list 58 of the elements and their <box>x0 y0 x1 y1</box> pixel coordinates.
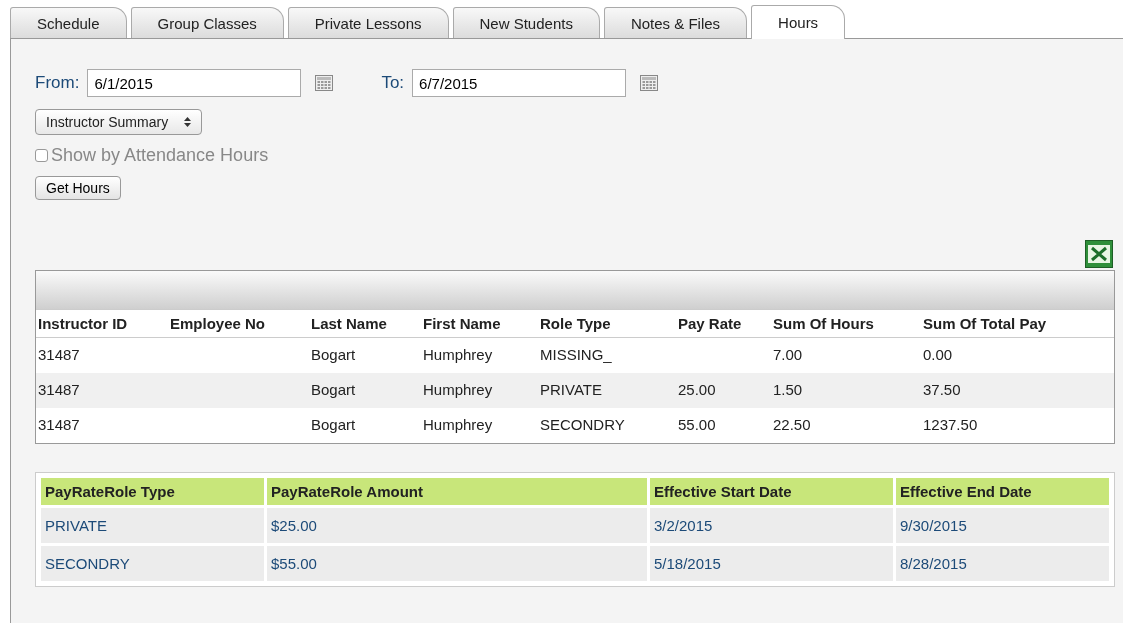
table-cell-text: 7.00 <box>772 345 804 365</box>
checkbox[interactable] <box>35 149 48 162</box>
column-header: Sum Of Hours <box>771 310 921 338</box>
table-cell-text: 55.00 <box>677 415 717 435</box>
column-header: Sum Of Total Pay <box>921 310 1114 338</box>
checkbox-label: Show by Attendance Hours <box>51 145 269 166</box>
report-dropdown[interactable]: Instructor Summary <box>35 109 203 135</box>
column-header: PayRateRole Amount <box>267 478 647 505</box>
tab[interactable]: Group Classes <box>130 7 284 38</box>
table-cell: 37.50 <box>921 373 1114 408</box>
get-hours-button[interactable]: Get Hours <box>35 176 121 200</box>
table-cell: PRIVATE <box>41 508 264 543</box>
table-cell-text: SECONDRY <box>539 415 626 435</box>
from-label: From: <box>35 73 80 93</box>
table-cell: 25.00 <box>676 373 771 408</box>
table-cell: 5/18/2015 <box>650 546 893 581</box>
tab[interactable]: Private Lessons <box>287 7 449 38</box>
table-cell: 31487 <box>36 373 168 408</box>
column-header: First Name <box>421 310 538 338</box>
column-header: Last Name <box>309 310 421 338</box>
table-cell: 1.50 <box>771 373 921 408</box>
updown-arrows-icon <box>184 117 192 127</box>
tab[interactable]: New Students <box>452 7 600 38</box>
column-header: PayRateRole Type <box>41 478 264 505</box>
table-cell: PRIVATE <box>538 373 676 408</box>
table-cell-text: 0.00 <box>922 345 954 365</box>
table-cell-text: MISSING_ <box>539 345 613 365</box>
column-header: Effective Start Date <box>650 478 893 505</box>
to-date-field[interactable]: 6/7/2015 <box>412 69 627 97</box>
table-cell: 8/28/2015 <box>896 546 1109 581</box>
table-cell-text: 1237.50 <box>922 415 979 435</box>
column-header: Pay Rate <box>676 310 771 338</box>
column-header: Instructor ID <box>36 310 168 338</box>
table-cell-text: Bogart <box>310 345 357 365</box>
tab[interactable]: Notes & Files <box>603 7 748 38</box>
calendar-icon[interactable] <box>640 75 659 91</box>
table-cell: $25.00 <box>267 508 647 543</box>
column-header: Employee No <box>168 310 309 338</box>
calendar-icon[interactable] <box>315 75 334 91</box>
from-date-field[interactable]: 6/1/2015 <box>87 69 302 97</box>
table-cell: Bogart <box>309 373 421 408</box>
table-cell: 9/30/2015 <box>896 508 1109 543</box>
table-cell: Humphrey <box>421 373 538 408</box>
spreadsheet-icon[interactable] <box>1085 240 1113 268</box>
table-cell-text: Humphrey <box>422 345 494 365</box>
table-cell-text: 31487 <box>37 345 81 365</box>
to-label: To: <box>381 73 405 93</box>
tab[interactable]: Hours <box>751 5 846 39</box>
column-header: Effective End Date <box>896 478 1109 505</box>
table-cell-text: 22.50 <box>772 415 812 435</box>
table-cell-text: Bogart <box>310 415 357 435</box>
table-cell-text: Humphrey <box>422 415 494 435</box>
table-cell: SECONDRY <box>41 546 264 581</box>
tab[interactable]: Schedule <box>10 7 127 38</box>
column-header: Role Type <box>538 310 676 338</box>
table-cell-text: 31487 <box>37 415 81 435</box>
table-cell: $55.00 <box>267 546 647 581</box>
table-cell: 3/2/2015 <box>650 508 893 543</box>
